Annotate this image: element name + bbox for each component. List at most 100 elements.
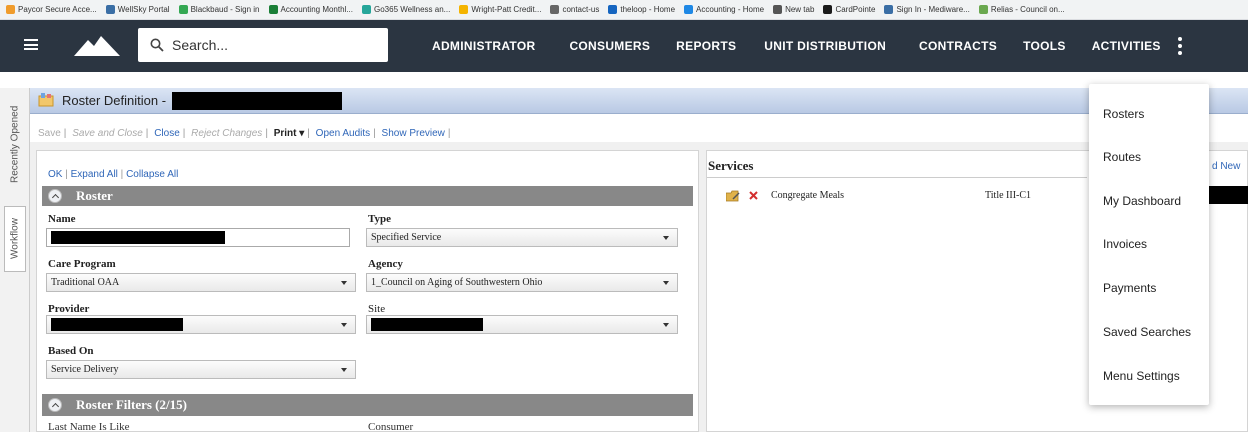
care-program-value: Traditional OAA <box>51 277 120 288</box>
roster-filters-section-header[interactable]: Roster Filters (2/15) <box>42 394 693 416</box>
bookmark-item[interactable]: CardPointe <box>823 5 875 14</box>
bookmark-favicon-icon <box>773 5 783 14</box>
bookmark-item[interactable]: Go365 Wellness an... <box>362 5 450 14</box>
bookmark-item[interactable]: contact-us <box>550 5 599 14</box>
print-menu-button[interactable]: Print ▾ <box>274 128 305 139</box>
menu-consumers[interactable]: CONSUMERS <box>569 39 650 53</box>
redacted-value <box>1205 186 1248 204</box>
bookmark-item[interactable]: Relias - Council on... <box>978 5 1065 14</box>
bookmark-item[interactable]: Accounting Monthl... <box>268 5 353 14</box>
care-program-select[interactable]: Traditional OAA <box>46 273 356 292</box>
dropdown-item-routes[interactable]: Routes <box>1103 150 1141 164</box>
roster-icon <box>38 93 54 107</box>
collapse-all-link[interactable]: Collapse All <box>126 169 178 180</box>
bookmark-favicon-icon <box>268 5 278 14</box>
bookmark-item[interactable]: Paycor Secure Acce... <box>6 5 97 14</box>
form-links: OK | Expand All | Collapse All <box>48 169 179 180</box>
bookmark-item[interactable]: WellSky Portal <box>105 5 170 14</box>
service-name: Congregate Meals <box>771 190 845 201</box>
site-select[interactable] <box>366 315 678 334</box>
tab-recently-opened[interactable]: Recently Opened <box>4 96 26 192</box>
bookmark-item[interactable]: Blackbaud - Sign in <box>178 5 260 14</box>
type-select[interactable]: Specified Service <box>366 228 678 247</box>
close-button[interactable]: Close <box>154 128 180 139</box>
bookmark-favicon-icon <box>884 5 894 14</box>
based-on-select[interactable]: Service Delivery <box>46 360 356 379</box>
dropdown-item-invoices[interactable]: Invoices <box>1103 237 1147 251</box>
menu-reports[interactable]: REPORTS <box>676 39 736 53</box>
last-name-label: Last Name Is Like <box>48 421 130 433</box>
open-audits-link[interactable]: Open Audits <box>316 128 370 139</box>
roster-section-header[interactable]: Roster <box>42 186 693 206</box>
add-new-link[interactable]: d New <box>1212 161 1240 172</box>
bookmark-favicon-icon <box>978 5 988 14</box>
bookmark-label: Sign In - Mediware... <box>896 5 970 14</box>
name-label: Name <box>48 213 76 225</box>
bookmark-label: contact-us <box>562 5 600 14</box>
agency-select[interactable]: 1_Council on Aging of Southwestern Ohio <box>366 273 678 292</box>
expand-all-link[interactable]: Expand All <box>71 169 118 180</box>
service-title-code: Title III-C1 <box>985 190 1032 201</box>
bookmark-label: Relias - Council on... <box>990 5 1065 14</box>
collapse-icon[interactable] <box>48 189 62 203</box>
bookmark-label: Go365 Wellness an... <box>374 5 451 14</box>
top-nav: Search... ADMINISTRATOR CONSUMERS REPORT… <box>0 20 1248 72</box>
bookmark-favicon-icon <box>608 5 618 14</box>
agency-label: Agency <box>368 258 403 270</box>
delete-icon[interactable] <box>749 191 758 200</box>
bookmark-item[interactable]: New tab <box>773 5 814 14</box>
page-title: Roster Definition - <box>62 93 167 108</box>
hamburger-menu-icon[interactable] <box>24 39 38 50</box>
dropdown-item-menu-settings[interactable]: Menu Settings <box>1103 369 1180 383</box>
menu-tools[interactable]: TOOLS <box>1023 39 1066 53</box>
bookmark-favicon-icon <box>6 5 15 14</box>
main-menu: ADMINISTRATOR CONSUMERS REPORTS UNIT DIS… <box>432 20 1161 72</box>
tab-workflow[interactable]: Workflow <box>4 206 26 272</box>
bookmark-label: Accounting - Home <box>696 5 765 14</box>
based-on-label: Based On <box>48 345 94 357</box>
menu-activities[interactable]: ACTIVITIES <box>1092 39 1161 53</box>
redacted-provider-value <box>51 318 183 331</box>
save-close-button[interactable]: Save and Close <box>72 128 143 139</box>
bookmark-item[interactable]: Sign In - Mediware... <box>884 5 970 14</box>
redacted-name-value <box>51 231 225 244</box>
name-field[interactable] <box>46 228 350 247</box>
bookmark-favicon-icon <box>550 5 560 14</box>
based-on-value: Service Delivery <box>51 364 119 375</box>
mountain-logo-icon[interactable] <box>74 34 120 56</box>
bookmark-item[interactable]: theloop - Home <box>608 5 675 14</box>
more-vertical-icon[interactable] <box>1178 37 1182 55</box>
care-program-label: Care Program <box>48 258 116 270</box>
bookmark-label: New tab <box>785 5 815 14</box>
search-input[interactable]: Search... <box>172 37 228 53</box>
dropdown-item-saved-searches[interactable]: Saved Searches <box>1103 325 1191 339</box>
reject-changes-button[interactable]: Reject Changes <box>191 128 262 139</box>
bookmark-item[interactable]: Wright-Patt Credit... <box>459 5 541 14</box>
services-title: Services <box>708 158 754 173</box>
bookmark-label: WellSky Portal <box>117 5 170 14</box>
bookmarks-bar: Paycor Secure Acce... WellSky Portal Black… <box>0 0 1248 20</box>
ok-link[interactable]: OK <box>48 169 62 180</box>
bookmark-favicon-icon <box>684 5 694 14</box>
bookmark-item[interactable]: Accounting - Home <box>684 5 764 14</box>
roster-section-title: Roster <box>76 188 113 203</box>
dropdown-item-rosters[interactable]: Rosters <box>1103 107 1144 121</box>
edit-icon[interactable] <box>726 190 740 202</box>
bookmark-favicon-icon <box>105 5 115 14</box>
provider-select[interactable] <box>46 315 356 334</box>
divider <box>707 177 1087 178</box>
search-box[interactable]: Search... <box>138 28 388 62</box>
collapse-icon[interactable] <box>48 398 62 412</box>
bookmark-favicon-icon <box>823 5 833 14</box>
bookmark-label: Paycor Secure Acce... <box>18 5 97 14</box>
dropdown-item-payments[interactable]: Payments <box>1103 281 1156 295</box>
bookmark-favicon-icon <box>362 5 371 14</box>
dropdown-item-my-dashboard[interactable]: My Dashboard <box>1103 194 1181 208</box>
type-label: Type <box>368 213 392 225</box>
menu-contracts[interactable]: CONTRACTS <box>919 39 997 53</box>
menu-unit-distribution[interactable]: UNIT DISTRIBUTION <box>764 39 886 53</box>
provider-label: Provider <box>48 303 90 315</box>
save-button[interactable]: Save <box>38 128 61 139</box>
menu-administrator[interactable]: ADMINISTRATOR <box>432 39 535 53</box>
show-preview-link[interactable]: Show Preview <box>382 128 445 139</box>
